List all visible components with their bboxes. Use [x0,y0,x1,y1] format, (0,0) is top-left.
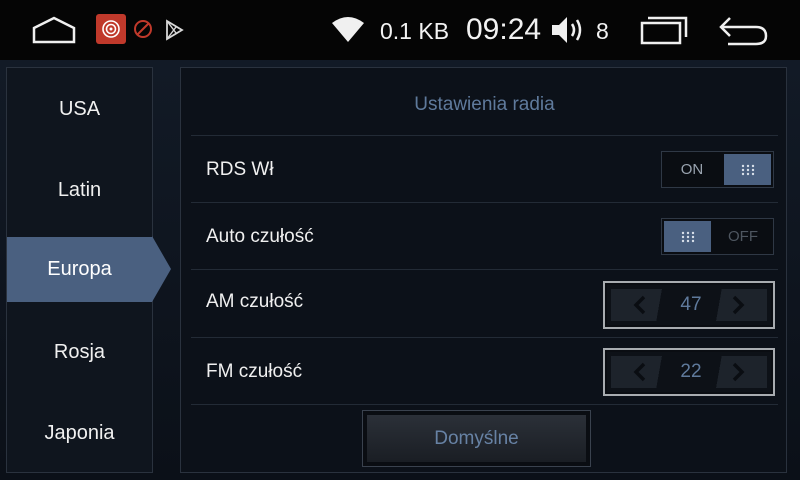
fm-increase-button[interactable] [709,356,767,388]
status-bar: 0.1 KB 09:24 8 [0,0,800,60]
am-sensitivity-stepper: 47 [603,281,775,329]
recents-icon[interactable] [638,14,690,46]
region-item-latin[interactable]: Latin [7,158,152,223]
am-sensitivity-label: AM czułość [206,290,304,312]
app-notification-icon[interactable] [96,14,126,44]
fm-sensitivity-stepper: 22 [603,348,775,396]
default-button-label: Domyślne [367,415,586,462]
chevron-right-icon [732,362,745,382]
panel-title: Ustawienia radia [414,94,555,115]
stepper-body: 47 [607,285,771,325]
region-label: Latin [57,179,102,201]
rds-toggle[interactable]: ON [661,151,774,188]
region-label: Japonia [44,422,115,444]
region-item-japonia[interactable]: Japonia [7,401,152,466]
row-divider [191,404,778,405]
auto-sensitivity-toggle[interactable]: OFF [661,218,774,255]
volume-icon[interactable] [549,14,589,46]
net-speed: 0.1 KB [380,17,450,44]
am-decrease-button[interactable] [611,289,669,321]
block-icon [132,18,154,40]
region-label: Rosja [53,341,106,363]
fm-sensitivity-value: 22 [680,361,702,382]
clock: 09:24 [466,13,542,46]
region-item-rosja[interactable]: Rosja [7,320,152,385]
home-icon[interactable] [30,14,78,46]
default-button[interactable]: Domyślne [362,410,591,467]
am-increase-button[interactable] [709,289,767,321]
fm-sensitivity-row: FM czułość 22 [191,337,778,404]
region-label: Europa [47,258,112,280]
toggle-on-label: ON [680,161,704,178]
auto-sensitivity-row: Auto czułość OFF [191,202,778,269]
fm-decrease-button[interactable] [611,356,669,388]
selected-region-pointer [152,236,171,302]
play-store-icon [162,18,186,42]
stepper-body: 22 [607,352,771,392]
toggle-knob-grip-icon [724,154,771,185]
chevron-left-icon [633,295,646,315]
rds-row: RDS Wł ON [191,135,778,202]
wifi-icon [330,16,366,44]
auto-sensitivity-label: Auto czułość [206,225,314,247]
volume-level: 8 [596,17,609,44]
am-sensitivity-value: 47 [680,294,702,315]
chevron-left-icon [633,362,646,382]
back-icon[interactable] [716,12,770,48]
region-sidebar: USA Latin Europa Rosja Japonia [6,67,153,473]
toggle-knob-grip-icon [664,221,711,252]
am-sensitivity-row: AM czułość 47 [191,269,778,336]
rds-label: RDS Wł [206,158,274,180]
fm-sensitivity-label: FM czułość [206,360,303,382]
toggle-off-label: OFF [728,228,758,245]
region-label: USA [58,98,101,120]
region-item-europa[interactable]: Europa [7,237,152,302]
region-item-usa[interactable]: USA [7,77,152,142]
chevron-right-icon [732,295,745,315]
